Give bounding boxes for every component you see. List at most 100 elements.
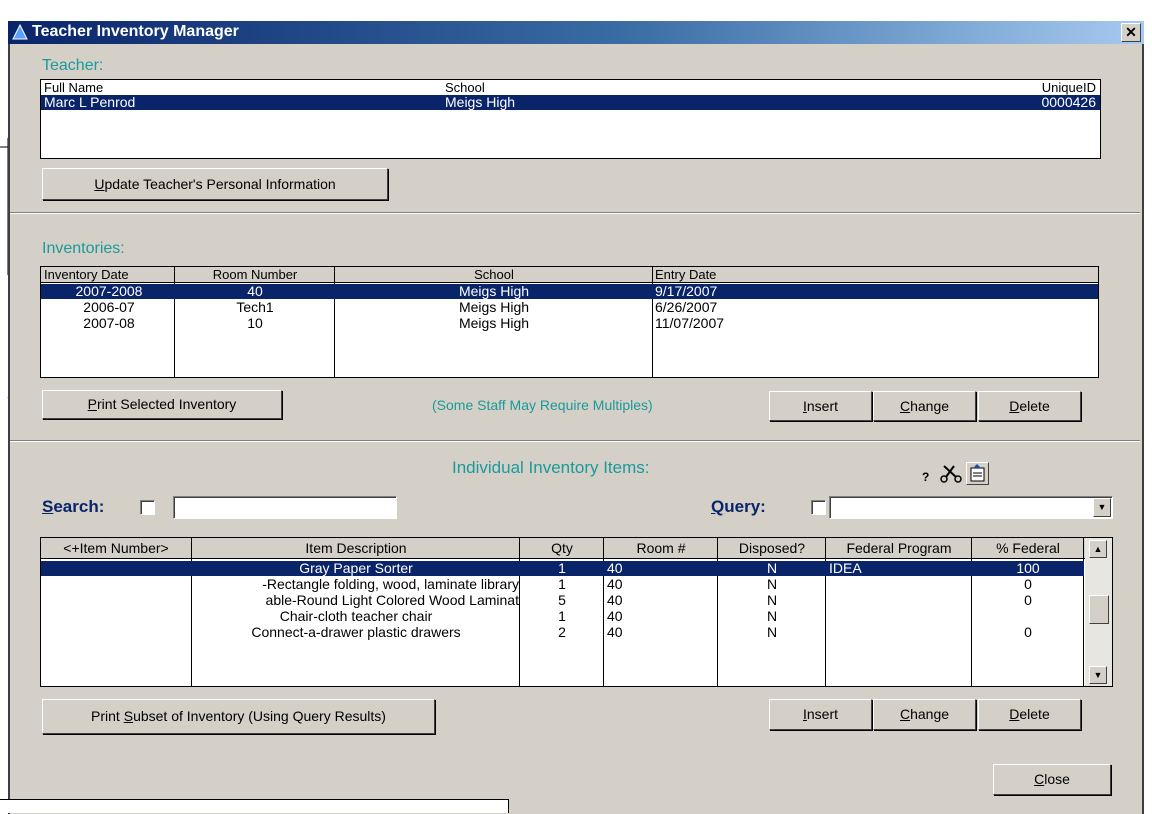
search-checkbox[interactable] bbox=[140, 500, 155, 515]
close-icon: ✕ bbox=[1125, 24, 1137, 40]
item-room-cell: 40 bbox=[607, 593, 623, 608]
col-federal-program[interactable]: Federal Program bbox=[827, 538, 971, 558]
col-room-number[interactable]: Room Number bbox=[176, 267, 334, 282]
col-item-number[interactable]: <+Item Number> bbox=[41, 538, 191, 558]
teacher-school: Meigs High bbox=[445, 95, 516, 110]
item-program-cell bbox=[829, 625, 971, 640]
inventory-school-cell: Meigs High bbox=[458, 316, 530, 331]
item-program-cell bbox=[829, 609, 971, 624]
teacher-grid[interactable]: Full Name School UniqueID Marc L Penrod … bbox=[40, 79, 1101, 159]
item-disposed-cell: N bbox=[766, 561, 778, 576]
item-program-cell: IDEA bbox=[829, 561, 862, 576]
teacher-grid-header: Full Name School UniqueID bbox=[41, 80, 1100, 95]
item-desc-cell: able-Round Light Colored Wood Laminat bbox=[265, 593, 519, 608]
item-desc-cell: Connect-a-drawer plastic drawers bbox=[251, 625, 461, 640]
col-inventory-date[interactable]: Inventory Date bbox=[44, 267, 174, 282]
close-window-button[interactable]: ✕ bbox=[1121, 23, 1141, 42]
help-icon[interactable]: ? bbox=[922, 470, 929, 484]
col-disposed[interactable]: Disposed? bbox=[719, 538, 825, 558]
items-insert-button[interactable]: Insert bbox=[769, 699, 872, 730]
inventory-date-cell: 2007-2008 bbox=[75, 284, 143, 299]
col-percent-federal[interactable]: % Federal bbox=[973, 538, 1083, 558]
inventory-school-cell: Meigs High bbox=[458, 300, 530, 315]
scissors-icon[interactable] bbox=[940, 463, 964, 485]
title-bar[interactable]: Teacher Inventory Manager ✕ bbox=[8, 21, 1144, 44]
teacher-unique-id: 0000426 bbox=[1041, 95, 1096, 110]
item-num-cell bbox=[41, 609, 191, 624]
inventory-date-cell: 2007-08 bbox=[83, 316, 135, 331]
teacher-section-label: Teacher: bbox=[42, 57, 104, 74]
item-room-cell: 40 bbox=[607, 625, 623, 640]
inventory-entry-cell: 9/17/2007 bbox=[655, 284, 718, 299]
item-desc-cell: Chair-cloth teacher chair bbox=[279, 609, 433, 624]
item-federal-cell: 0 bbox=[1024, 625, 1032, 640]
item-desc-cell: Gray Paper Sorter bbox=[299, 561, 413, 576]
item-num-cell bbox=[41, 561, 191, 576]
items-scrollbar[interactable]: ▲ ▼ bbox=[1085, 538, 1112, 686]
inventory-school-cell: Meigs High bbox=[458, 284, 530, 299]
inventory-change-button[interactable]: Change bbox=[873, 391, 976, 421]
item-row[interactable]: -Rectangle folding, wood, laminate libra… bbox=[41, 577, 1084, 592]
inventory-room-cell: Tech1 bbox=[236, 300, 274, 315]
col-school[interactable]: School bbox=[336, 267, 652, 282]
print-selected-inventory-button[interactable]: Print Selected Inventory bbox=[42, 390, 282, 419]
print-subset-button[interactable]: Print Subset of Inventory (Using Query R… bbox=[42, 699, 435, 734]
item-num-cell bbox=[41, 577, 191, 592]
item-qty-cell: 1 bbox=[558, 609, 566, 624]
inventory-delete-button[interactable]: Delete bbox=[978, 391, 1081, 421]
inventory-entry-cell: 11/07/2007 bbox=[655, 316, 725, 331]
inventory-entry-cell: 6/26/2007 bbox=[655, 300, 718, 315]
item-disposed-cell: N bbox=[766, 577, 778, 592]
inventories-section-label: Inventories: bbox=[42, 240, 125, 257]
dropdown-arrow-icon[interactable]: ▼ bbox=[1093, 498, 1111, 517]
item-disposed-cell: N bbox=[766, 625, 778, 640]
scroll-thumb[interactable] bbox=[1089, 595, 1109, 624]
item-row[interactable]: Connect-a-drawer plastic drawers 2 40 N 0 bbox=[41, 625, 1084, 640]
divider bbox=[10, 440, 1140, 442]
item-row[interactable]: able-Round Light Colored Wood Laminat 5 40… bbox=[41, 593, 1084, 608]
inventories-grid[interactable]: Inventory Date Room Number School Entry … bbox=[40, 266, 1099, 378]
items-delete-button[interactable]: Delete bbox=[978, 699, 1081, 730]
scroll-down-arrow-icon[interactable]: ▼ bbox=[1089, 666, 1107, 684]
query-checkbox[interactable] bbox=[811, 500, 826, 515]
col-full-name[interactable]: Full Name bbox=[44, 80, 103, 95]
scroll-up-arrow-icon[interactable]: ▲ bbox=[1089, 540, 1107, 558]
col-item-description[interactable]: Item Description bbox=[193, 538, 519, 558]
search-input[interactable] bbox=[173, 496, 397, 519]
col-entry-date[interactable]: Entry Date bbox=[655, 267, 716, 282]
app-icon bbox=[12, 24, 28, 40]
teacher-row[interactable]: Marc L Penrod Meigs High 0000426 bbox=[41, 95, 1100, 110]
item-desc-cell: -Rectangle folding, wood, laminate libra… bbox=[262, 577, 519, 592]
inventory-row[interactable]: 2007-08 10 Meigs High 11/07/2007 bbox=[41, 316, 1098, 331]
item-program-cell bbox=[829, 593, 971, 608]
export-icon bbox=[970, 464, 985, 482]
items-change-button[interactable]: Change bbox=[873, 699, 976, 730]
item-qty-cell: 1 bbox=[558, 561, 566, 576]
inventories-grid-header: Inventory Date Room Number School Entry … bbox=[41, 267, 1098, 283]
item-federal-cell: 0 bbox=[1024, 577, 1032, 592]
query-label: Query: bbox=[711, 497, 766, 516]
item-program-cell bbox=[829, 577, 971, 592]
col-school[interactable]: School bbox=[445, 80, 485, 95]
item-room-cell: 40 bbox=[607, 561, 623, 576]
multiples-note: (Some Staff May Require Multiples) bbox=[432, 397, 653, 413]
items-grid[interactable]: <+Item Number> Item Description Qty Room… bbox=[40, 537, 1113, 687]
inventory-insert-button[interactable]: Insert bbox=[769, 391, 872, 421]
inventory-date-cell: 2006-07 bbox=[83, 300, 135, 315]
item-disposed-cell: N bbox=[766, 609, 778, 624]
item-qty-cell: 2 bbox=[558, 625, 566, 640]
item-row[interactable]: Gray Paper Sorter 1 40 N IDEA 100 bbox=[41, 561, 1084, 576]
col-unique-id[interactable]: UniqueID bbox=[1042, 80, 1096, 95]
col-room[interactable]: Room # bbox=[605, 538, 717, 558]
col-qty[interactable]: Qty bbox=[521, 538, 603, 558]
query-select[interactable]: ▼ bbox=[829, 496, 1113, 519]
item-num-cell bbox=[41, 625, 191, 640]
item-federal-cell: 100 bbox=[1016, 561, 1040, 576]
inventory-row[interactable]: 2006-07 Tech1 Meigs High 6/26/2007 bbox=[41, 300, 1098, 315]
update-teacher-button[interactable]: Update Teacher's Personal Information bbox=[42, 168, 388, 200]
inventory-row[interactable]: 2007-2008 40 Meigs High 9/17/2007 bbox=[41, 284, 1098, 299]
item-disposed-cell: N bbox=[766, 593, 778, 608]
close-button[interactable]: Close bbox=[993, 764, 1111, 795]
item-row[interactable]: Chair-cloth teacher chair 1 40 N bbox=[41, 609, 1084, 624]
export-button[interactable] bbox=[966, 462, 989, 485]
